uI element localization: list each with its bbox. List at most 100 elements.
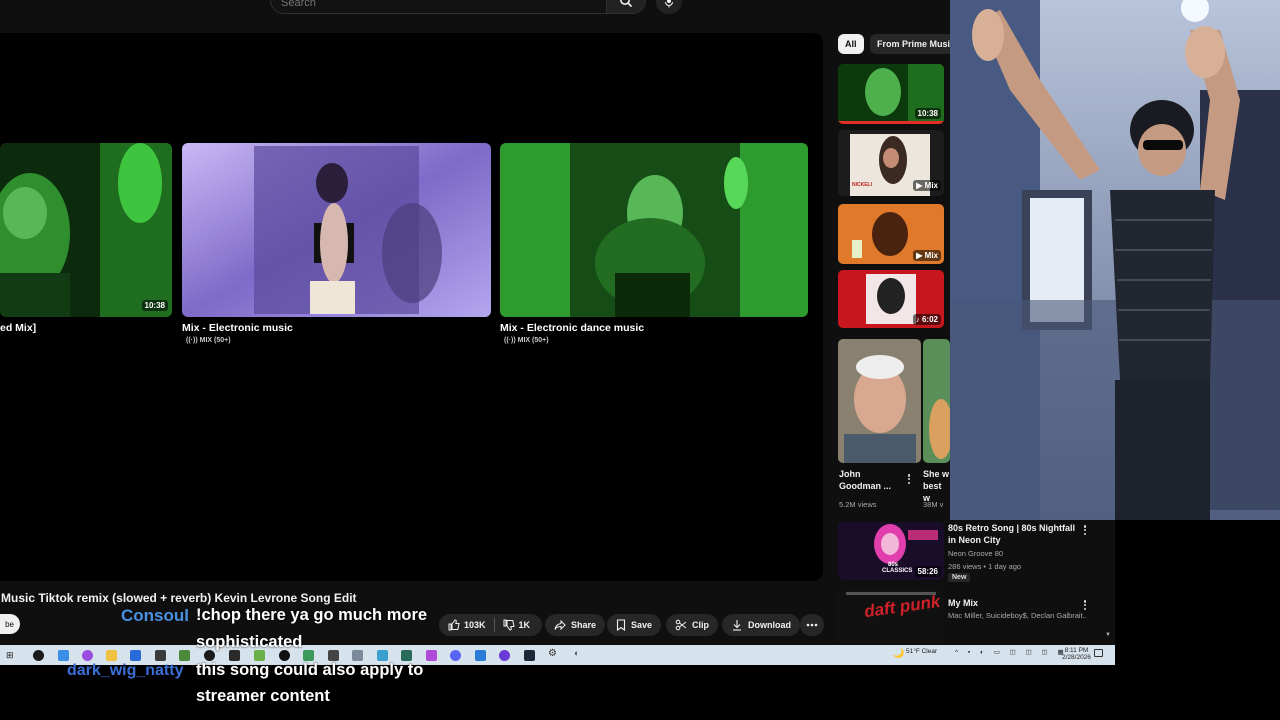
app-icon[interactable] [426,650,437,661]
more-options-icon[interactable] [1082,523,1088,537]
more-actions-button[interactable] [800,614,824,636]
chip-from-prime-music[interactable]: From Prime Music [870,34,963,54]
notification-icon[interactable] [1094,649,1103,657]
thumbnail-image [923,339,950,463]
thumbnail-overlay-text: 80s CLASSICS [882,562,913,574]
sidebar-video-meta: 286 views • 1 day ago [948,562,1022,571]
search-button[interactable] [606,0,646,14]
mix-count: MIX (50+) [199,337,231,344]
clip-button[interactable]: Clip [666,614,718,636]
end-card-title[interactable]: Mix - Electronic dance music [500,322,644,334]
search-input[interactable] [281,0,591,11]
app-icon[interactable] [499,650,510,661]
divider [493,618,495,632]
app-icon[interactable] [352,650,363,661]
dislike-button[interactable]: 1K [503,619,530,631]
end-card-mix-electronic[interactable] [182,143,491,317]
app-icon[interactable] [155,650,166,661]
end-card-thumbnail [500,143,808,317]
download-button[interactable]: Download [722,614,800,636]
chip-all[interactable]: All [838,34,864,54]
windows-start-icon[interactable]: ⊞ [6,650,14,661]
subscribe-button[interactable]: be [0,614,20,634]
more-horizontal-icon [806,623,818,627]
share-button[interactable]: Share [545,614,606,636]
sidebar-mix-thumbnail[interactable]: NICKELI ▶ Mix [838,130,944,196]
app-icon[interactable] [130,650,141,661]
share-icon [554,619,566,631]
system-tray-icons[interactable]: ^ ▪ ◐ ▭ ◫ ◫ ◫ ▦ [955,648,1068,656]
streamer-webcam-image [950,0,1280,520]
voice-search-button[interactable] [656,0,682,14]
like-count: 103K [464,620,486,630]
app-icon[interactable] [179,650,190,661]
sidebar-video-thumbnail[interactable]: 80s CLASSICS 58:26 [838,522,944,580]
short-views: 38M v [923,500,944,509]
end-card-thumbnail [0,143,172,317]
short-thumbnail[interactable] [923,339,950,463]
clock-date: 2/28/2026 [1062,654,1091,661]
like-button[interactable]: 103K [448,619,486,631]
sidebar-video-title[interactable]: 80s Retro Song | 80s Nightfall in Neon C… [948,522,1078,546]
chat-message: !chop there ya go much more [196,606,428,624]
video-duration: 10:38 [914,108,941,119]
video-duration: 58:26 [914,566,941,577]
share-label: Share [571,620,597,630]
chat-message-continued: streamer content [196,687,330,705]
end-card-mix-edm[interactable] [500,143,808,317]
thumbs-up-icon [448,619,460,631]
app-icon[interactable] [475,650,486,661]
video-duration: 10:38 [141,300,168,311]
album-cover-text: NICKELI [852,182,872,188]
discord-icon[interactable] [450,650,461,661]
microphone-icon [665,0,673,8]
thumbs-down-icon [503,619,515,631]
short-title[interactable]: John Goodman ... [839,468,903,492]
clock[interactable]: 8:11 PM 2/28/2026 [1062,647,1091,661]
steam-icon[interactable] [524,650,535,661]
app-icon[interactable] [328,650,339,661]
sidebar-video-title[interactable]: My Mix [948,597,978,609]
video-title: Music Tiktok remix (slowed + reverb) Kev… [1,591,357,605]
download-icon [733,620,741,631]
folder-icon[interactable] [106,650,117,661]
sidebar-mix-thumbnail[interactable]: daft punk [838,590,944,644]
save-button[interactable]: Save [607,614,662,636]
short-thumbnail[interactable] [838,339,921,463]
app-icon[interactable]: ◐ [574,648,579,658]
sidebar-channel-names: Mac Miller, Suicideboy$, Declan Galbrait… [948,611,1087,620]
sidebar-video-thumbnail[interactable]: 10:38 [838,64,944,124]
clock-time: 8:11 PM [1064,647,1089,654]
mix-badge: ▶ Mix [913,180,941,191]
chat-username: dark_wig_natty [67,662,184,679]
end-card-title[interactable]: ed Mix] [0,322,36,334]
thumbnail-image [838,339,921,463]
settings-gear-icon[interactable]: ⚙ [548,648,557,659]
browser-icon[interactable] [58,650,69,661]
app-icon[interactable] [303,650,314,661]
sidebar-mix-thumbnail[interactable]: ▶ Mix [838,204,944,264]
mix-count: MIX (50+) [517,337,549,344]
weather-text[interactable]: 51°F Clear [906,648,937,655]
sidebar-channel-name[interactable]: Neon Groove 80 [948,549,1003,558]
save-label: Save [631,620,653,630]
new-badge: New [948,573,971,582]
mix-icon: ((·)) [186,337,200,344]
search-icon [620,0,633,8]
chat-message-continued: sophisticated [196,633,303,651]
app-icon[interactable] [82,650,93,661]
end-card-video-1[interactable]: 10:38 [0,143,172,317]
end-card-title[interactable]: Mix - Electronic music [182,322,293,334]
sidebar-video-thumbnail[interactable]: ♪ 6:02 [838,270,944,328]
more-options-icon[interactable] [906,472,912,486]
app-icon[interactable] [377,650,388,661]
scroll-down-arrow-icon[interactable]: ▼ [1105,632,1111,638]
app-icon[interactable] [401,650,412,661]
short-title[interactable]: She w best w [923,468,950,504]
more-options-icon[interactable] [1082,598,1088,612]
video-duration: ♪ 6:02 [912,314,941,325]
app-icon[interactable] [33,650,44,661]
mix-badge: ▶ Mix [913,250,941,261]
search-box[interactable] [270,0,607,14]
weather-icon: 🌙 [893,648,905,658]
